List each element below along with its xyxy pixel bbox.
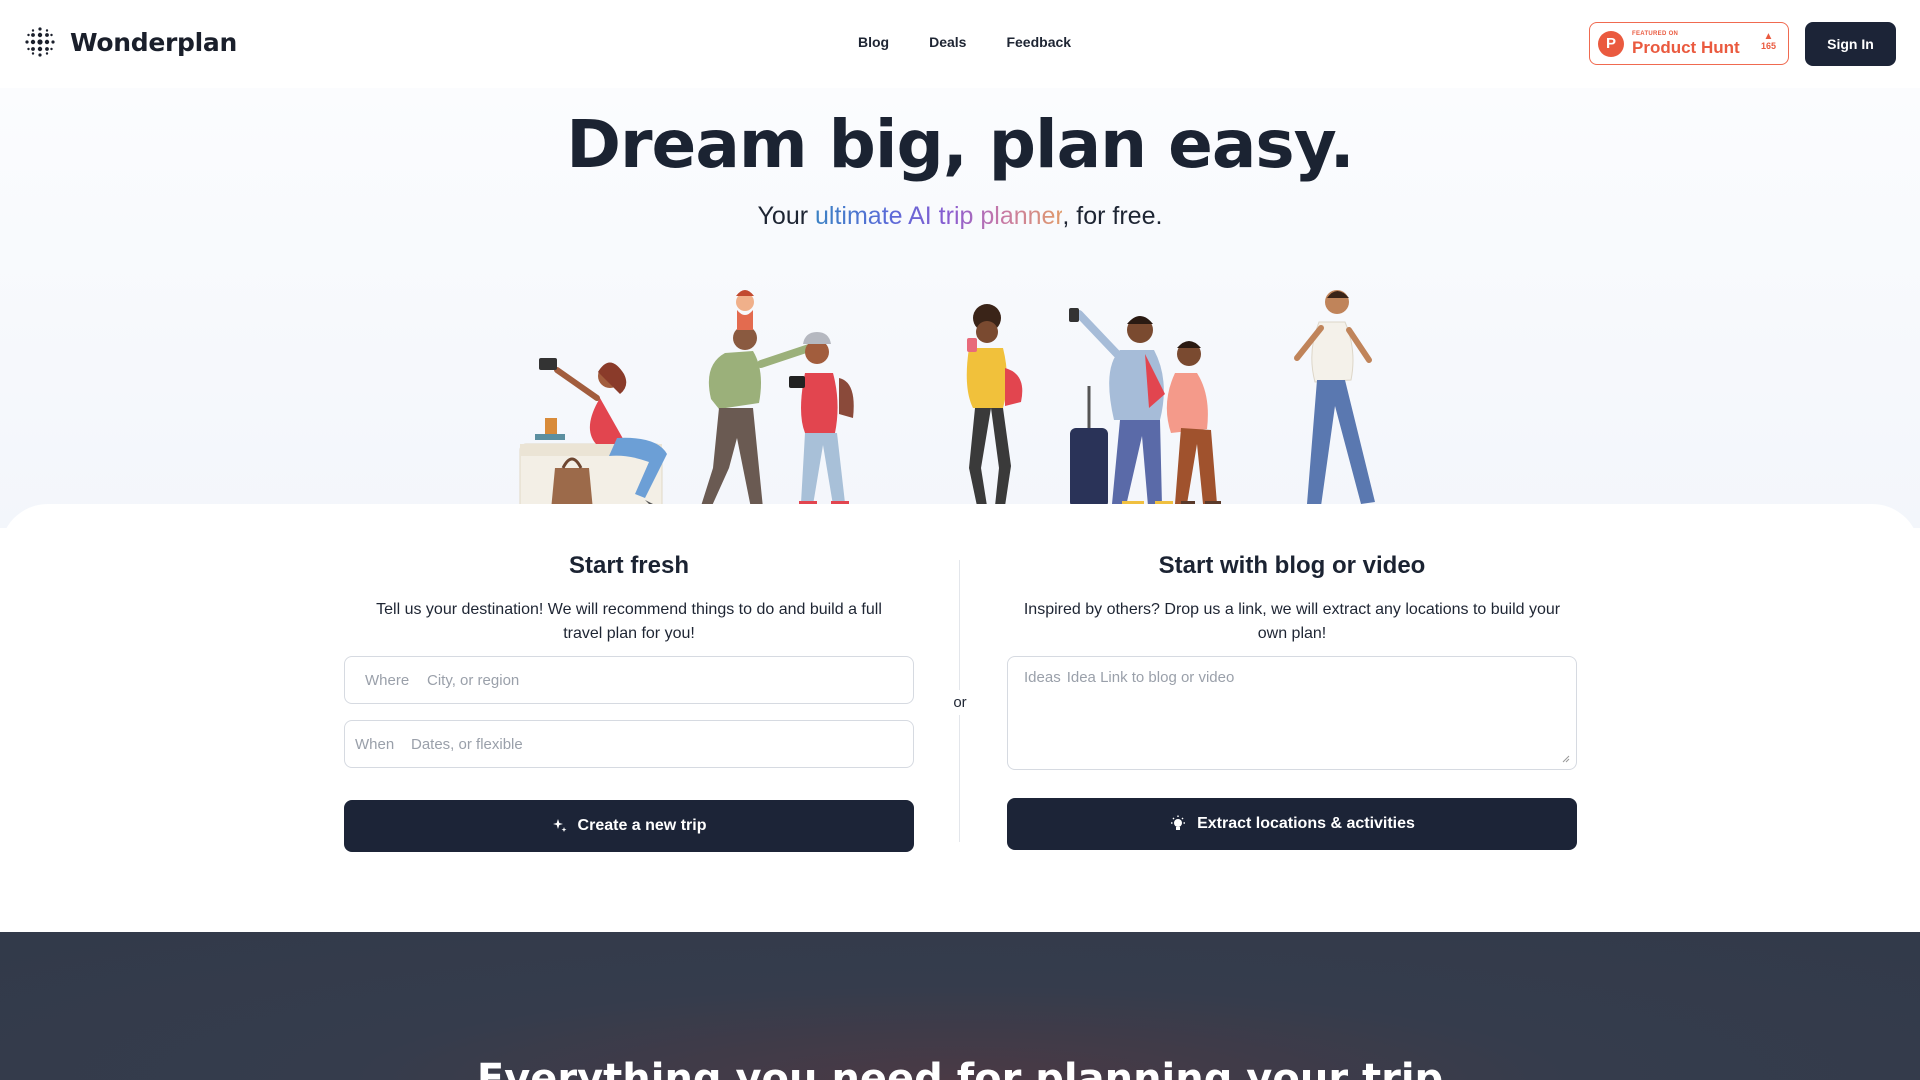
resize-handle-icon[interactable]: [1560, 753, 1570, 763]
ideas-label: Ideas: [1024, 669, 1061, 686]
extract-locations-label: Extract locations & activities: [1197, 815, 1415, 832]
hero-subtitle-highlight: ultimate AI trip planner: [815, 202, 1063, 230]
where-input[interactable]: [427, 671, 913, 689]
nav-blog[interactable]: Blog: [858, 34, 889, 50]
features-section: Everything you need for planning your tr…: [0, 932, 1920, 1080]
hero-title: Dream big, plan easy.: [566, 106, 1355, 183]
traveler-selfie-bench: [519, 358, 667, 511]
product-hunt-vote-count: 165: [1760, 41, 1776, 51]
blog-video-column: Start with blog or video Inspired by oth…: [1007, 504, 1577, 850]
product-hunt-text: FEATURED ON Product Hunt: [1632, 31, 1740, 56]
product-hunt-votes: ▲ 165: [1761, 31, 1776, 52]
create-trip-button[interactable]: Create a new trip: [344, 800, 914, 852]
brand-logo-icon: [25, 27, 55, 57]
nav-deals[interactable]: Deals: [929, 34, 966, 50]
extract-locations-button[interactable]: Extract locations & activities: [1007, 798, 1577, 850]
traveler-man-with-child: [701, 290, 813, 511]
sparkle-icon: [552, 819, 567, 832]
where-label: Where: [365, 671, 410, 689]
hero-subtitle-pre: Your: [757, 202, 816, 230]
start-fresh-column: Start fresh Tell us your destination! We…: [344, 504, 914, 852]
traveler-man-dancing: [1294, 290, 1381, 511]
travelers-illustration: [519, 290, 1381, 517]
brand-name: Wonderplan: [70, 27, 237, 57]
trip-start-card: Start fresh Tell us your destination! We…: [0, 504, 1920, 932]
create-trip-label: Create a new trip: [577, 817, 707, 834]
traveler-woman-camera: [789, 332, 854, 507]
top-header: Wonderplan Blog Deals Feedback P FEATURE…: [0, 0, 1920, 88]
product-hunt-badge[interactable]: P FEATURED ON Product Hunt ▲ 165: [1589, 22, 1789, 65]
sign-in-button[interactable]: Sign In: [1805, 22, 1896, 66]
start-fresh-description: Tell us your destination! We will recomm…: [376, 601, 882, 642]
blog-video-description: Inspired by others? Drop us a link, we w…: [1023, 601, 1561, 642]
traveler-woman-yellow: [966, 304, 1023, 506]
start-fresh-title: Start fresh: [568, 552, 690, 579]
lightbulb-icon: [1171, 815, 1186, 830]
ideas-placeholder: Idea Link to blog or video: [1066, 669, 1235, 686]
product-hunt-icon: P: [1598, 30, 1624, 57]
blog-video-title: Start with blog or video: [1158, 552, 1426, 579]
hero-section: Dream big, plan easy. Your ultimate AI t…: [0, 88, 1920, 528]
brand[interactable]: Wonderplan: [24, 26, 237, 58]
nav-feedback[interactable]: Feedback: [1006, 34, 1071, 50]
main-nav: Blog Deals Feedback: [858, 34, 1071, 50]
or-separator: or: [946, 690, 974, 715]
idea-link-textarea[interactable]: Ideas Idea Link to blog or video: [1007, 656, 1577, 770]
where-field[interactable]: Where: [344, 656, 914, 704]
hero-subtitle-post: , for free.: [1062, 202, 1163, 230]
when-input[interactable]: [411, 735, 913, 753]
product-hunt-name: Product Hunt: [1632, 38, 1740, 57]
traveler-couple-suitcase: [1069, 308, 1221, 517]
features-title: Everything you need for planning your tr…: [476, 1056, 1444, 1080]
product-hunt-featured: FEATURED ON: [1632, 31, 1679, 37]
when-label: When: [355, 735, 395, 753]
hero-subtitle: Your ultimate AI trip planner, for free.: [0, 202, 1920, 231]
when-field[interactable]: When: [344, 720, 914, 768]
